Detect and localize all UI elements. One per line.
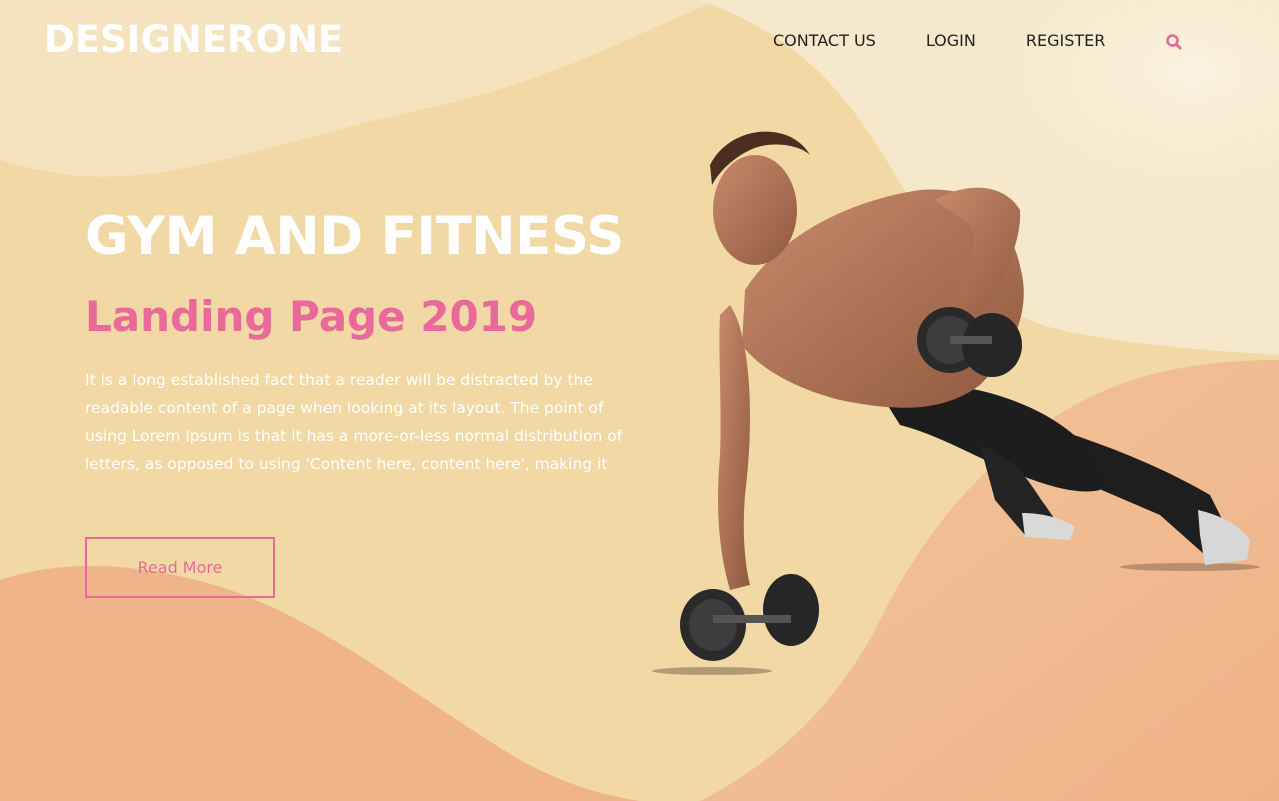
nav-contact-us[interactable]: CONTACT US — [773, 31, 876, 50]
nav-login[interactable]: LOGIN — [926, 31, 976, 50]
brand-logo[interactable]: DESIGNERONE — [44, 18, 343, 61]
hero-subtitle: Landing Page 2019 — [85, 292, 538, 341]
landing-page: DESIGNERONE CONTACT US LOGIN REGISTER GY… — [0, 0, 1279, 801]
hero-description: It is a long established fact that a rea… — [85, 371, 623, 473]
search-icon — [1166, 34, 1182, 50]
nav-register[interactable]: REGISTER — [1026, 31, 1106, 50]
search-button[interactable] — [1164, 32, 1184, 52]
hero-title: GYM AND FITNESS — [85, 206, 624, 267]
top-nav: CONTACT US LOGIN REGISTER — [773, 31, 1105, 50]
read-more-button[interactable]: Read More — [85, 537, 275, 598]
athlete-image — [652, 131, 1260, 675]
